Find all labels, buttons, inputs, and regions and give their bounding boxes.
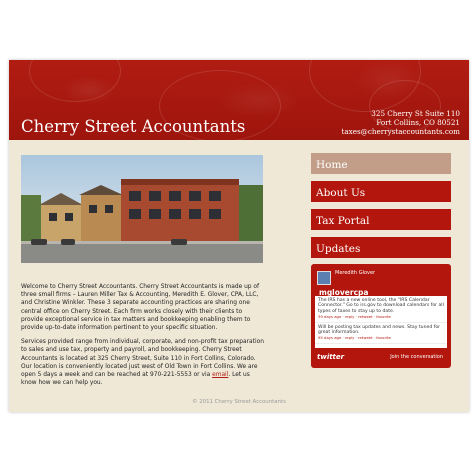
office-building-photo (21, 155, 263, 263)
list-item: The IRS has a new online tool, the "IRS … (315, 296, 447, 323)
nav-about-us[interactable]: About Us (311, 181, 451, 202)
twitter-widget: Meredith Glover mglovercpa The IRS has a… (311, 264, 451, 368)
site-title[interactable]: Cherry Street Accountants (21, 117, 245, 136)
intro-paragraph: Welcome to Cherry Street Accountants. Ch… (21, 284, 260, 332)
site-header: Cherry Street Accountants 325 Cherry St … (9, 60, 469, 140)
join-conversation-link[interactable]: Join the conversation (390, 354, 443, 360)
nav-tax-portal[interactable]: Tax Portal (311, 209, 451, 230)
email-link[interactable]: email (212, 372, 228, 378)
main-content: Welcome to Cherry Street Accountants. Ch… (21, 283, 266, 393)
page-container: Cherry Street Accountants 325 Cherry St … (9, 60, 469, 412)
list-item: Will be posting tax updates and news. St… (315, 323, 447, 344)
header-decoration (29, 60, 121, 102)
services-paragraph: Services provided range from individual,… (21, 338, 266, 387)
footer-copyright: © 2011 Cherry Street Accountants (192, 399, 286, 405)
twitter-logo-icon[interactable]: twitter (317, 353, 344, 361)
nav-updates[interactable]: Updates (311, 237, 451, 258)
tweet-meta[interactable]: 95 days ago · reply · retweet · favorite (318, 335, 444, 340)
tweet-text: Will be posting tax updates and news. St… (318, 324, 441, 336)
tweet-text: The IRS has a new online tool, the "IRS … (318, 298, 444, 314)
twitter-display-name[interactable]: Meredith Glover (335, 270, 375, 276)
avatar[interactable] (317, 271, 331, 285)
contact-address: 325 Cherry St Suite 110 Fort Collins, CO… (341, 109, 460, 137)
tweet-meta[interactable]: 39 days ago · reply · retweet · favorite (318, 314, 444, 319)
twitter-widget-footer: twitter Join the conversation (315, 352, 447, 364)
twitter-widget-header: Meredith Glover mglovercpa (315, 268, 447, 297)
tweet-list: The IRS has a new online tool, the "IRS … (315, 296, 447, 348)
main-navigation: Home About Us Tax Portal Updates (311, 153, 451, 265)
nav-home[interactable]: Home (311, 153, 451, 174)
contact-email[interactable]: taxes@cherrystaccountants.com (341, 127, 460, 137)
building-image (21, 155, 263, 263)
